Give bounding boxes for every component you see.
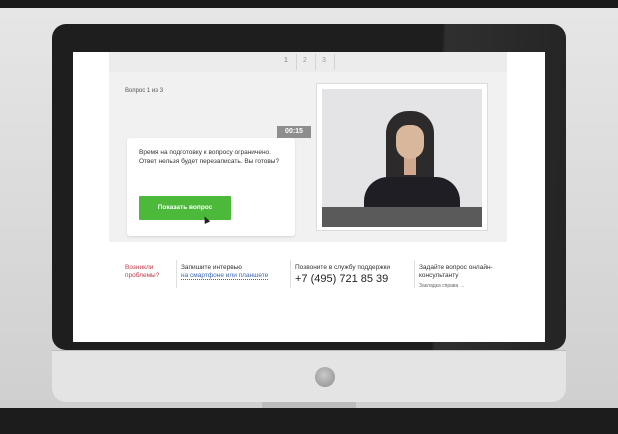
top-letterbox <box>0 0 618 8</box>
webcam-controls-bar <box>322 207 482 227</box>
question-steps-bar: 1 2 3 <box>109 52 507 72</box>
step-1[interactable]: 1 <box>284 57 288 64</box>
question-counter: Вопрос 1 из 3 <box>125 88 164 94</box>
countdown-timer: 00:15 <box>277 126 311 138</box>
monitor-bezel: 1 2 3 Вопрос 1 из 3 Время на подготовку … <box>52 24 566 350</box>
support-phone[interactable]: +7 (495) 721 85 39 <box>295 273 425 286</box>
monitor-chin <box>52 350 566 402</box>
candidate-image <box>364 111 460 211</box>
webcam-frame <box>322 89 482 227</box>
record-title: Запишите интервью <box>181 264 242 271</box>
instruction-bubble: Время на подготовку к вопросу ограничено… <box>127 138 295 236</box>
show-question-button[interactable]: Показать вопрос <box>139 196 231 220</box>
power-button-icon <box>315 367 335 387</box>
step-2[interactable]: 2 <box>303 57 307 64</box>
help-footer: Возникли проблемы? Запишите интервью на … <box>109 252 507 312</box>
webcam-preview <box>317 84 487 230</box>
step-divider <box>315 54 316 70</box>
footer-divider <box>285 260 291 288</box>
support-contact: Позвоните в службу поддержки +7 (495) 72… <box>295 264 425 286</box>
instruction-text: Время на подготовку к вопросу ограничено… <box>139 149 280 165</box>
ask-consultant: Задайте вопрос онлайн-консультанту Закла… <box>419 264 509 290</box>
bottom-letterbox <box>0 408 618 434</box>
step-divider <box>334 54 335 70</box>
interview-panel: Вопрос 1 из 3 Время на подготовку к вопр… <box>109 72 507 242</box>
footer-divider <box>171 260 177 288</box>
support-title: Позвоните в службу поддержки <box>295 264 391 271</box>
record-on-mobile: Запишите интервью на смартфоне или планш… <box>181 264 281 280</box>
record-mobile-link[interactable]: на смартфоне или планшете <box>181 272 269 280</box>
step-3[interactable]: 3 <box>322 57 326 64</box>
monitor-screen: 1 2 3 Вопрос 1 из 3 Время на подготовку … <box>73 52 545 342</box>
help-tab-link[interactable]: Закладка справа → <box>419 282 509 290</box>
ask-title: Задайте вопрос онлайн-консультанту <box>419 264 493 279</box>
footer-divider <box>409 260 415 288</box>
step-divider <box>296 54 297 70</box>
problems-label: Возникли проблемы? <box>125 264 160 279</box>
